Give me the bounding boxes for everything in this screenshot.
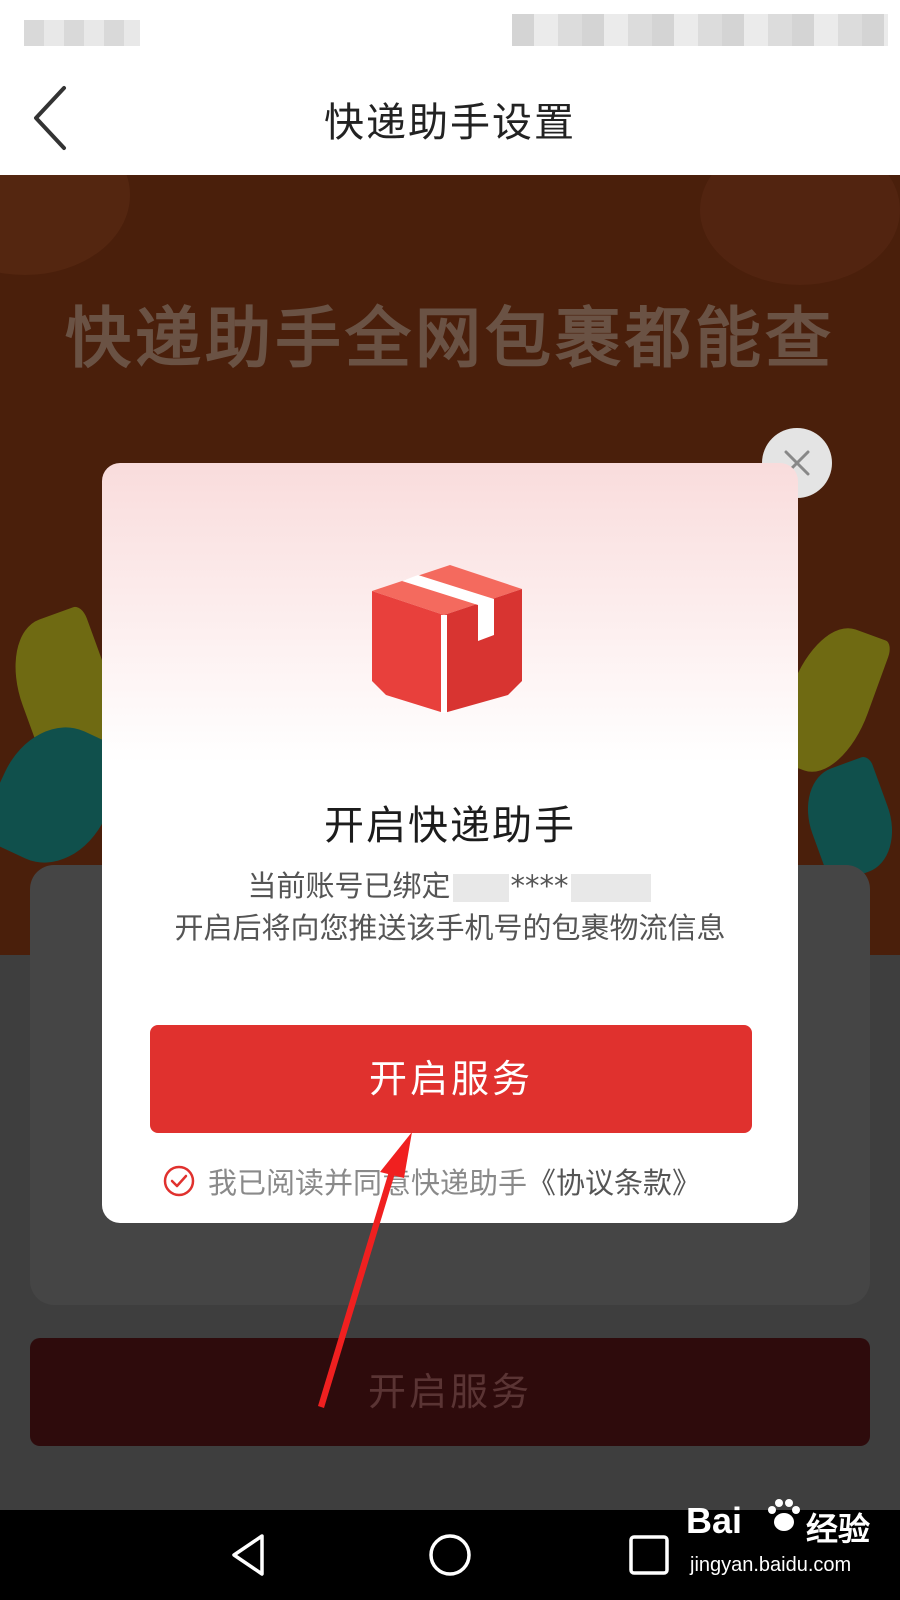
nav-bar: 快递助手设置	[0, 60, 900, 175]
masked-phone-stars: ****	[510, 869, 569, 903]
triangle-back-icon	[232, 1534, 264, 1576]
system-home-button[interactable]	[423, 1528, 477, 1582]
background-start-service-button: 开启服务	[30, 1338, 870, 1446]
modal-description: 开启后将向您推送该手机号的包裹物流信息	[174, 911, 726, 945]
banner-decoration	[0, 175, 130, 275]
bound-account-prefix: 当前账号已绑定	[247, 869, 451, 903]
page-title: 快递助手设置	[324, 100, 576, 146]
system-recents-button[interactable]	[622, 1528, 676, 1582]
watermark-brand: Bai	[686, 1500, 743, 1541]
square-recents-icon	[629, 1535, 669, 1575]
masked-phone-part	[452, 874, 509, 902]
status-bar-right-blurred	[512, 14, 888, 46]
status-bar-left-blurred	[24, 20, 140, 46]
modal-title: 开启快递助手	[324, 803, 576, 849]
agreement-row: 我已阅读并同意快递助手 《协议条款》	[162, 1159, 701, 1203]
paw-icon	[768, 1499, 800, 1531]
enable-assistant-modal: 开启快递助手 当前账号已绑定 **** 开启后将向您推送该手机号的包裹物流信息 开…	[102, 463, 798, 1223]
checkmark-circle-icon[interactable]	[162, 1164, 196, 1198]
bound-account-text: 当前账号已绑定 ****	[102, 863, 798, 905]
agreement-text: 我已阅读并同意快递助手	[208, 1166, 528, 1200]
watermark-url: jingyan.baidu.com	[690, 1554, 852, 1576]
status-bar	[0, 0, 900, 60]
banner-decoration	[700, 175, 900, 285]
banner-title: 快递助手全网包裹都能查	[65, 300, 835, 377]
system-back-button[interactable]	[222, 1528, 276, 1582]
agreement-terms-link[interactable]: 《协议条款》	[527, 1160, 701, 1202]
circle-home-icon	[429, 1534, 471, 1576]
package-box-icon	[372, 565, 522, 713]
baidu-jingyan-watermark: Bai 经验 jingyan.baidu.com	[686, 1496, 886, 1596]
masked-phone-part	[570, 874, 651, 902]
watermark-brand-cn: 经验	[806, 1510, 871, 1548]
start-service-button[interactable]: 开启服务	[150, 1025, 752, 1133]
